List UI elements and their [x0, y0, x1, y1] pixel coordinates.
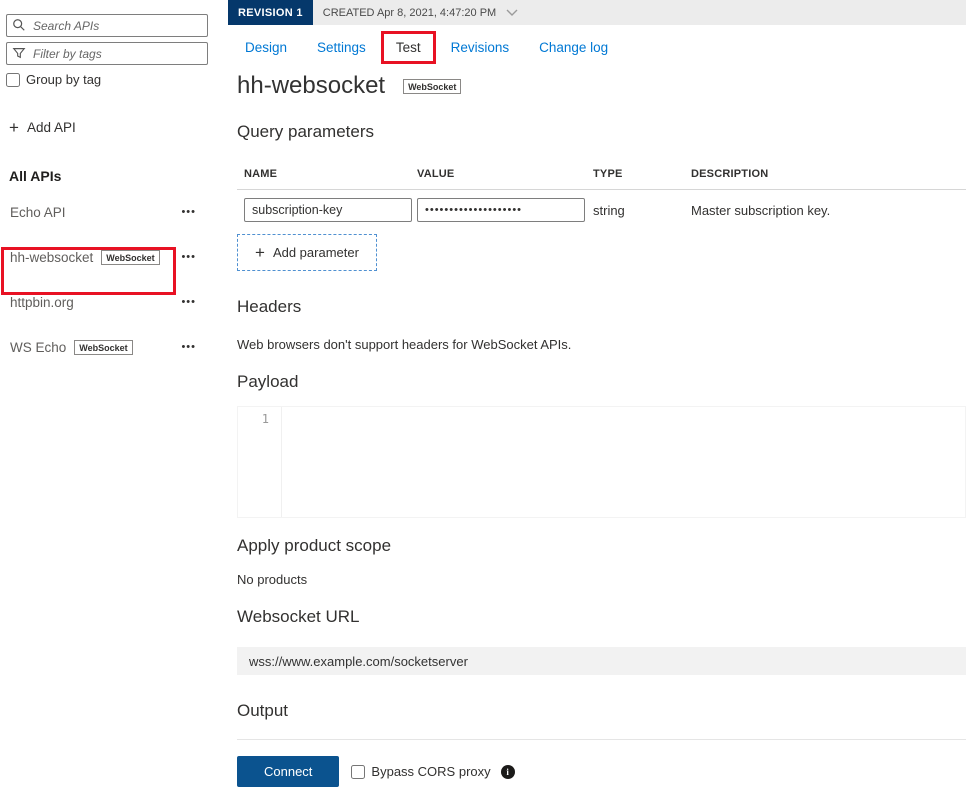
- tab-change-log[interactable]: Change log: [524, 31, 623, 64]
- add-api-label: Add API: [27, 120, 76, 135]
- query-param-row: string Master subscription key.: [237, 198, 966, 222]
- page-title-row: hh-websocket WebSocket: [237, 72, 966, 100]
- tab-settings[interactable]: Settings: [302, 31, 381, 64]
- sidebar-item-httpbin[interactable]: httpbin.org •••: [6, 280, 222, 325]
- api-item-label: httpbin.org: [10, 295, 74, 310]
- api-list-sidebar: Group by tag + Add API All APIs Echo API…: [0, 0, 222, 757]
- payload-editor-content[interactable]: [282, 407, 965, 517]
- websocket-badge: WebSocket: [74, 340, 132, 355]
- revision-created-text: CREATED Apr 8, 2021, 4:47:20 PM: [323, 7, 496, 19]
- query-params-table-header: NAME VALUE TYPE DESCRIPTION: [237, 168, 966, 190]
- api-tabs: Design Settings Test Revisions Change lo…: [230, 31, 966, 64]
- context-menu-icon[interactable]: •••: [181, 297, 196, 308]
- param-type: string: [593, 203, 691, 218]
- revision-bar: REVISION 1 CREATED Apr 8, 2021, 4:47:20 …: [228, 0, 966, 25]
- param-name-input[interactable]: [244, 198, 412, 222]
- query-parameters-heading: Query parameters: [237, 122, 966, 142]
- websocket-badge: WebSocket: [403, 79, 461, 94]
- bypass-cors-checkbox[interactable]: [351, 765, 365, 779]
- websocket-badge: WebSocket: [101, 250, 159, 265]
- output-heading: Output: [237, 701, 966, 721]
- api-item-label: Echo API: [10, 205, 66, 220]
- sidebar-item-hh-websocket[interactable]: hh-websocket WebSocket •••: [6, 235, 222, 280]
- bypass-cors-label: Bypass CORS proxy: [371, 764, 490, 779]
- filter-icon: [12, 46, 26, 60]
- sidebar-item-echo-api[interactable]: Echo API •••: [6, 190, 222, 235]
- product-scope-message: No products: [237, 572, 966, 587]
- tab-test[interactable]: Test: [381, 31, 436, 64]
- chevron-down-icon: [506, 9, 518, 16]
- test-tab-content: hh-websocket WebSocket Query parameters …: [222, 64, 966, 787]
- footer-bar: Connect Bypass CORS proxy i: [237, 739, 966, 787]
- filter-by-tags-input[interactable]: [6, 42, 208, 65]
- all-apis-heading: All APIs: [9, 168, 222, 184]
- tab-design[interactable]: Design: [230, 31, 302, 64]
- page-title: hh-websocket: [237, 72, 385, 100]
- search-icon: [12, 18, 26, 32]
- param-description: Master subscription key.: [691, 203, 966, 218]
- param-value-input[interactable]: [417, 198, 585, 222]
- column-type: TYPE: [593, 168, 691, 180]
- payload-heading: Payload: [237, 372, 966, 392]
- revision-badge[interactable]: REVISION 1: [228, 0, 313, 25]
- column-value: VALUE: [417, 168, 593, 180]
- group-by-tag-checkbox[interactable]: [6, 73, 20, 87]
- api-item-label: WS Echo: [10, 340, 66, 355]
- info-icon[interactable]: i: [501, 765, 515, 779]
- search-apis-input[interactable]: [6, 14, 208, 37]
- plus-icon: +: [9, 119, 19, 136]
- filter-by-tags-box: [6, 42, 208, 65]
- headers-message: Web browsers don't support headers for W…: [237, 337, 966, 352]
- add-parameter-button[interactable]: + Add parameter: [237, 234, 377, 271]
- context-menu-icon[interactable]: •••: [181, 252, 196, 263]
- revision-created-strip[interactable]: CREATED Apr 8, 2021, 4:47:20 PM: [313, 0, 966, 25]
- context-menu-icon[interactable]: •••: [181, 342, 196, 353]
- group-by-tag-label: Group by tag: [26, 72, 101, 87]
- group-by-tag-row[interactable]: Group by tag: [6, 72, 222, 87]
- bypass-cors-row[interactable]: Bypass CORS proxy: [351, 764, 490, 779]
- context-menu-icon[interactable]: •••: [181, 207, 196, 218]
- editor-line-number: 1: [238, 407, 282, 517]
- column-description: DESCRIPTION: [691, 168, 966, 180]
- websocket-url-heading: Websocket URL: [237, 607, 966, 627]
- plus-icon: +: [255, 244, 265, 261]
- tab-revisions[interactable]: Revisions: [436, 31, 525, 64]
- column-name: NAME: [244, 168, 417, 180]
- add-parameter-label: Add parameter: [273, 245, 359, 260]
- payload-editor[interactable]: 1: [237, 406, 966, 518]
- add-api-button[interactable]: + Add API: [9, 119, 222, 136]
- main-panel: REVISION 1 CREATED Apr 8, 2021, 4:47:20 …: [222, 0, 966, 757]
- api-item-label: hh-websocket: [10, 250, 93, 265]
- websocket-url-input[interactable]: [237, 647, 966, 675]
- connect-button[interactable]: Connect: [237, 756, 339, 787]
- headers-heading: Headers: [237, 297, 966, 317]
- sidebar-item-ws-echo[interactable]: WS Echo WebSocket •••: [6, 325, 222, 370]
- search-apis-box: [6, 14, 208, 37]
- product-scope-heading: Apply product scope: [237, 536, 966, 556]
